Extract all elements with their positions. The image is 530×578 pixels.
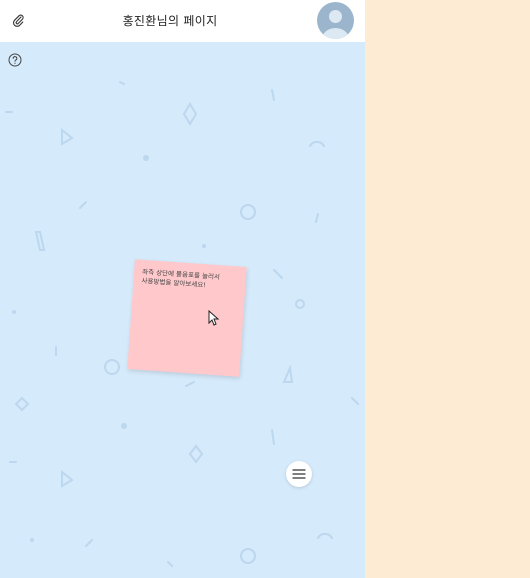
user-avatar-icon xyxy=(322,10,349,39)
page-app: 홍진환님의 페이지 좌측 상단에 물음표를 눌러서 사용방법을 알아보세요! xyxy=(0,0,365,578)
menu-button[interactable] xyxy=(286,461,312,487)
bg-shape xyxy=(85,539,93,547)
bg-shape xyxy=(14,396,30,412)
bg-dot xyxy=(202,244,206,248)
bg-shape xyxy=(271,429,275,445)
bg-shape xyxy=(351,397,359,405)
bg-shape xyxy=(34,231,46,251)
bg-dot xyxy=(30,538,34,542)
bg-shape xyxy=(315,213,319,223)
bg-dot xyxy=(143,155,149,161)
help-button[interactable] xyxy=(8,52,22,67)
bg-shape xyxy=(185,381,195,387)
bg-shape xyxy=(273,269,283,279)
bg-shape xyxy=(61,469,74,488)
bg-shape xyxy=(188,444,204,464)
sticky-note-text: 좌측 상단에 물음표를 눌러서 사용방법을 알아보세요! xyxy=(141,267,221,290)
bg-shape xyxy=(79,201,87,209)
bg-shape xyxy=(295,299,305,309)
bg-shape xyxy=(309,140,325,147)
bg-shape xyxy=(104,359,120,375)
bg-shape xyxy=(182,102,198,126)
header-bar: 홍진환님의 페이지 xyxy=(0,0,365,42)
page-title: 홍진환님의 페이지 xyxy=(122,13,218,28)
bg-dot xyxy=(12,310,16,314)
bg-shape xyxy=(282,364,294,383)
mouse-cursor-icon xyxy=(208,310,220,326)
bg-shape xyxy=(317,532,333,539)
bg-shape xyxy=(240,548,256,564)
bg-shape xyxy=(119,81,125,85)
question-circle-icon xyxy=(8,53,22,67)
side-panel xyxy=(365,0,530,578)
hamburger-menu-icon xyxy=(292,469,306,479)
sticky-note[interactable]: 좌측 상단에 물음표를 눌러서 사용방법을 알아보세요! xyxy=(127,259,247,377)
bg-shape xyxy=(61,127,74,146)
profile-avatar[interactable] xyxy=(317,2,354,39)
bg-shape xyxy=(240,204,256,220)
bg-shape xyxy=(271,89,275,101)
bg-shape xyxy=(167,561,173,567)
bg-dot xyxy=(121,423,127,429)
